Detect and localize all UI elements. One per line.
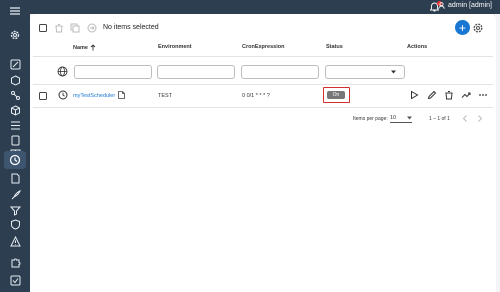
environment-filter-input[interactable] — [157, 65, 235, 79]
column-header-name-label: Name — [73, 44, 88, 51]
list-icon[interactable] — [8, 118, 22, 132]
page-range-text: 1 – 1 of 1 — [429, 116, 450, 122]
filter-divider — [33, 84, 493, 85]
column-header-cron[interactable]: CronExpression — [242, 44, 284, 50]
filter-icon[interactable] — [8, 203, 22, 217]
settings-icon[interactable] — [8, 28, 22, 42]
more-options-icon[interactable] — [478, 90, 488, 100]
sort-ascending-icon — [90, 44, 96, 51]
column-header-name[interactable]: Name — [73, 44, 96, 51]
status-toggle[interactable]: On — [327, 91, 345, 99]
edit-icon[interactable] — [427, 90, 437, 100]
clock-icon — [58, 90, 68, 100]
transform-icon[interactable] — [8, 88, 22, 102]
cube-outline-icon[interactable] — [8, 73, 22, 87]
user-menu[interactable]: admin [admin] — [438, 2, 492, 9]
globe-icon[interactable] — [57, 66, 68, 77]
column-header-environment-label: Environment — [158, 44, 192, 50]
next-page-icon[interactable] — [477, 115, 483, 122]
environment-cell: TEST — [158, 93, 173, 99]
name-filter-input[interactable] — [74, 65, 152, 79]
column-header-actions: Actions — [407, 44, 427, 50]
add-button[interactable]: + — [455, 20, 470, 35]
cron-cell: 0 0/1 * * * ? — [242, 93, 270, 99]
trend-icon[interactable] — [461, 90, 471, 100]
warning-icon[interactable] — [8, 234, 22, 248]
user-label: admin [admin] — [448, 2, 492, 9]
items-per-page-select[interactable]: 10 — [390, 114, 412, 123]
plus-icon: + — [458, 20, 466, 35]
dropdown-arrow-icon — [391, 70, 396, 74]
menu-icon[interactable] — [8, 4, 22, 18]
column-header-cron-label: CronExpression — [242, 44, 285, 50]
rocket-icon[interactable] — [8, 188, 22, 202]
shield-icon[interactable] — [8, 217, 22, 231]
puzzle-icon[interactable] — [8, 255, 22, 269]
move-icon[interactable] — [87, 23, 97, 33]
column-header-status[interactable]: Status — [326, 44, 343, 50]
select-all-checkbox[interactable] — [39, 24, 47, 32]
table-settings-icon[interactable] — [472, 22, 484, 34]
edit-icon[interactable] — [8, 57, 22, 71]
scheduler-name-link[interactable]: myTestScheduler — [73, 93, 115, 99]
previous-page-icon[interactable] — [462, 115, 468, 122]
status-filter-select[interactable] — [325, 65, 405, 79]
row-divider — [33, 107, 493, 108]
items-per-page-label: Items per page: — [353, 116, 388, 122]
cron-filter-input[interactable] — [241, 65, 319, 79]
clock-icon[interactable] — [8, 153, 22, 167]
items-per-page-value: 10 — [390, 115, 397, 121]
file-icon[interactable] — [8, 171, 22, 185]
delete-icon[interactable] — [444, 90, 454, 100]
top-bar: admin [admin] — [30, 0, 500, 14]
copy-icon[interactable] — [70, 23, 80, 33]
play-icon[interactable] — [409, 90, 419, 100]
column-header-status-label: Status — [326, 44, 343, 50]
row-checkbox[interactable] — [39, 92, 47, 100]
dropdown-arrow-icon — [407, 116, 412, 120]
file-details-icon[interactable] — [118, 91, 125, 99]
header-divider — [33, 56, 493, 57]
column-header-actions-label: Actions — [407, 44, 428, 50]
status-highlight-box: On — [323, 87, 350, 103]
checklist-icon[interactable] — [8, 273, 22, 287]
document-icon[interactable] — [8, 133, 22, 147]
sidebar — [0, 0, 30, 292]
cube-icon[interactable] — [8, 103, 22, 117]
selection-status: No items selected — [103, 24, 159, 31]
user-icon — [438, 2, 445, 9]
column-header-environment[interactable]: Environment — [158, 44, 192, 50]
delete-icon[interactable] — [54, 23, 64, 33]
